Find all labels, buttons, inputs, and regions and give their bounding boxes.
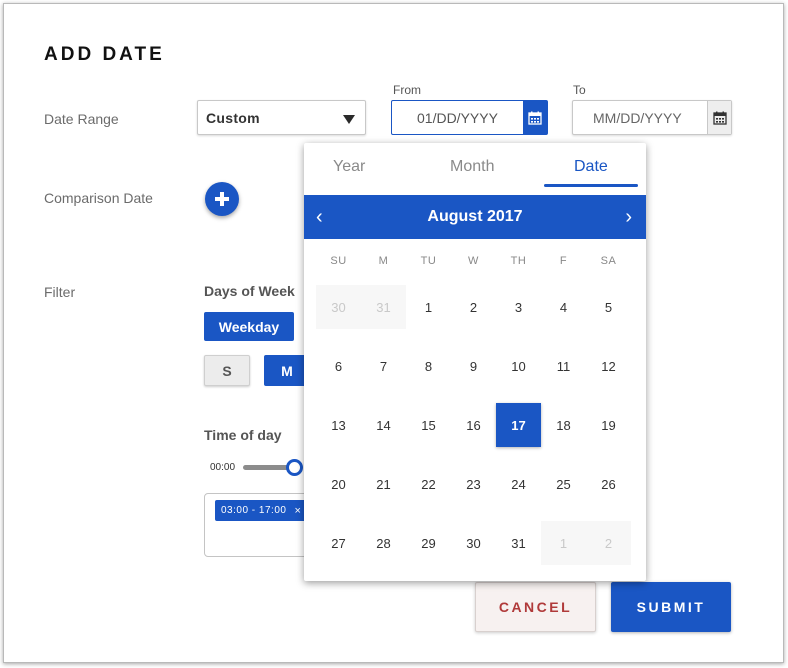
calendar-day[interactable]: 4 <box>541 285 586 329</box>
calendar-day[interactable]: 23 <box>451 462 496 506</box>
caret-down-icon <box>343 115 355 124</box>
calendar-day[interactable]: 19 <box>586 403 631 447</box>
calendar-month-label: August 2017 <box>427 208 523 225</box>
tab-date[interactable]: Date <box>574 158 608 176</box>
calendar-day[interactable]: 29 <box>406 521 451 565</box>
calendar-day[interactable]: 9 <box>451 344 496 388</box>
time-of-day-title: Time of day <box>204 427 282 443</box>
to-calendar-button[interactable] <box>707 101 731 134</box>
calendar-day[interactable]: 27 <box>316 521 361 565</box>
calendar-day: 2 <box>586 521 631 565</box>
weekday-label: TH <box>510 255 527 267</box>
calendar-day[interactable]: 8 <box>406 344 451 388</box>
calendar-day[interactable]: 18 <box>541 403 586 447</box>
comparison-date-label: Comparison Date <box>44 190 153 206</box>
to-label: To <box>573 83 586 97</box>
weekday-label: F <box>559 255 568 267</box>
calendar-header: ‹ August 2017 › <box>304 195 646 239</box>
date-range-select[interactable]: Custom <box>197 100 366 135</box>
active-tab-indicator <box>544 184 638 187</box>
date-picker-tabs: Year Month Date <box>304 143 646 195</box>
time-slider-handle[interactable] <box>286 459 303 476</box>
weekday-label: SA <box>600 255 617 267</box>
calendar-day[interactable]: 6 <box>316 344 361 388</box>
weekday-label: W <box>468 255 479 267</box>
from-label: From <box>393 83 421 97</box>
date-range-label: Date Range <box>44 111 119 127</box>
calendar-day[interactable]: 12 <box>586 344 631 388</box>
calendar-day: 1 <box>541 521 586 565</box>
calendar-day[interactable]: 15 <box>406 403 451 447</box>
from-date-value: 01/DD/YYYY <box>417 110 498 126</box>
calendar-day[interactable]: 13 <box>316 403 361 447</box>
time-range-chip-label: 03:00 - 17:00 <box>221 505 287 516</box>
calendar-day[interactable]: 26 <box>586 462 631 506</box>
calendar-day[interactable]: 5 <box>586 285 631 329</box>
date-picker-popup: Year Month Date ‹ August 2017 › SU M TU W TH… <box>304 143 646 581</box>
calendar-day[interactable]: 1 <box>406 285 451 329</box>
close-icon[interactable]: × <box>294 505 301 517</box>
calendar-day[interactable]: 28 <box>361 521 406 565</box>
date-range-select-value: Custom <box>206 110 260 126</box>
tab-year[interactable]: Year <box>333 158 365 176</box>
calendar-icon <box>528 111 542 125</box>
calendar-icon <box>712 111 727 125</box>
dialog-title: ADD DATE <box>44 44 165 65</box>
to-date-field[interactable]: MM/DD/YYYY <box>572 100 732 135</box>
calendar-day[interactable]: 24 <box>496 462 541 506</box>
calendar-day[interactable]: 30 <box>451 521 496 565</box>
day-toggle-sunday[interactable]: S <box>204 355 250 386</box>
weekday-label: TU <box>420 255 437 267</box>
calendar-day[interactable]: 22 <box>406 462 451 506</box>
weekday-button[interactable]: Weekday <box>204 312 294 341</box>
calendar-day[interactable]: 7 <box>361 344 406 388</box>
tab-month[interactable]: Month <box>450 158 494 176</box>
cancel-button[interactable]: CANCEL <box>475 582 596 632</box>
calendar-day[interactable]: 31 <box>496 521 541 565</box>
calendar-day[interactable]: 2 <box>451 285 496 329</box>
calendar-day[interactable]: 17 <box>496 403 541 447</box>
calendar-day[interactable]: 10 <box>496 344 541 388</box>
calendar-day[interactable]: 20 <box>316 462 361 506</box>
calendar-day[interactable]: 14 <box>361 403 406 447</box>
calendar-day[interactable]: 25 <box>541 462 586 506</box>
calendar-day[interactable]: 3 <box>496 285 541 329</box>
calendar-day: 30 <box>316 285 361 329</box>
calendar-day[interactable]: 16 <box>451 403 496 447</box>
add-comparison-button[interactable] <box>205 182 239 216</box>
from-calendar-button[interactable] <box>523 101 547 134</box>
calendar-day: 31 <box>361 285 406 329</box>
calendar-day[interactable]: 21 <box>361 462 406 506</box>
calendar-day[interactable]: 11 <box>541 344 586 388</box>
weekday-label: M <box>378 255 389 267</box>
chevron-right-icon[interactable]: › <box>625 206 632 229</box>
filter-label: Filter <box>44 284 76 300</box>
days-of-week-title: Days of Week <box>204 283 295 299</box>
slider-start-label: 00:00 <box>210 462 236 473</box>
submit-button[interactable]: SUBMIT <box>611 582 731 632</box>
to-date-placeholder: MM/DD/YYYY <box>593 110 682 126</box>
weekday-label: SU <box>330 255 347 267</box>
from-date-field[interactable]: 01/DD/YYYY <box>391 100 548 135</box>
time-range-chip: 03:00 - 17:00 × <box>215 500 308 521</box>
